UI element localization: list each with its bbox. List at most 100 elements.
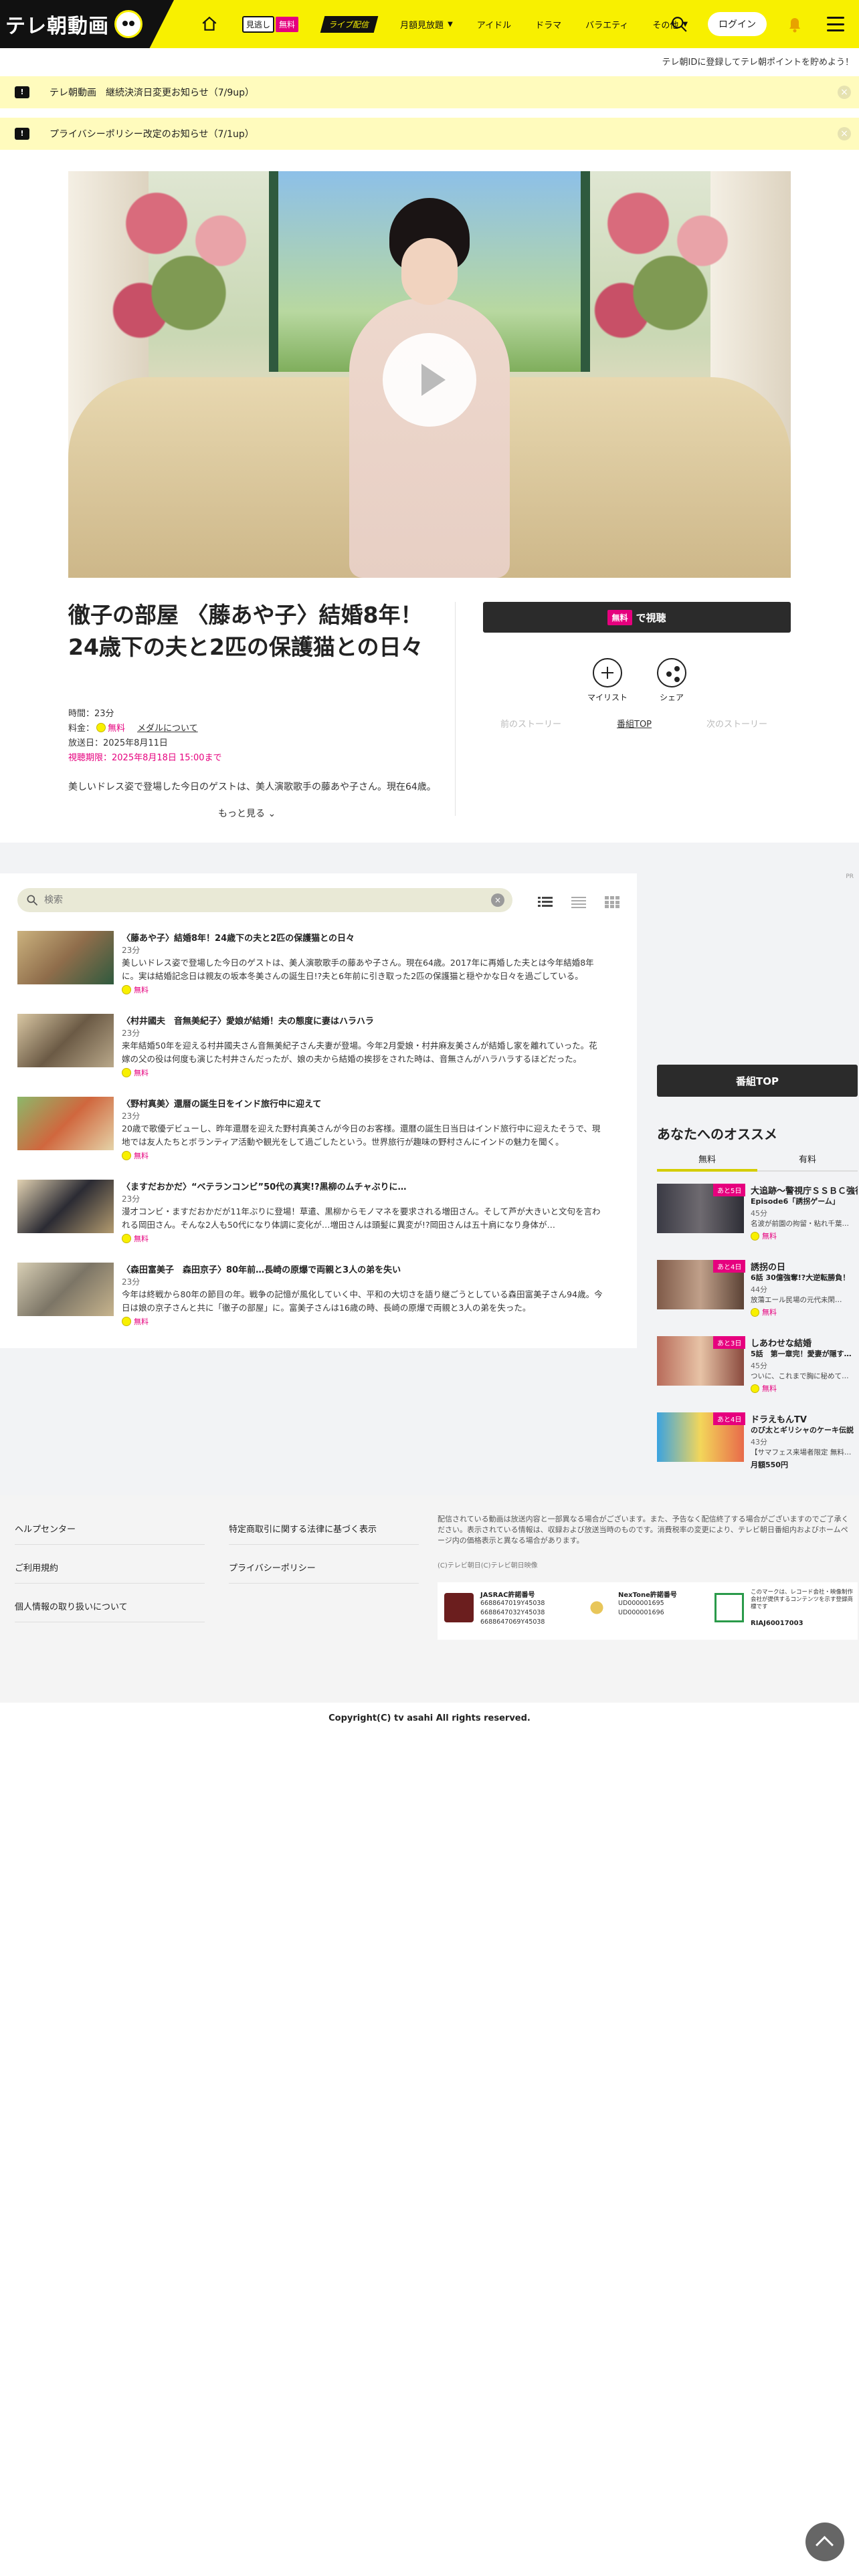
free-label: 無料 [122, 984, 149, 995]
hamburger-menu-icon[interactable] [827, 17, 844, 31]
footer-link-help[interactable]: ヘルプセンター [15, 1513, 205, 1545]
episode-item[interactable]: 〈ますだおかだ〉“ベテランコンビ”50代の真実!?黒柳のムチャぶりに… 23分 … [17, 1180, 619, 1247]
close-icon[interactable]: × [838, 86, 851, 99]
deadline: 視聴期限：2025年8月18日 15:00まで [68, 753, 222, 763]
episode-list-panel: × 〈藤あや子〉結婚8年！24歳下の夫と2匹の保護猫との日々 23分 美しいドレ… [0, 873, 637, 1348]
watch-button[interactable]: 無料 で視聴 [483, 602, 791, 633]
days-left-badge: あと3日 [713, 1336, 746, 1349]
recommend-duration: 45分 [751, 1209, 767, 1218]
free-text: 無料 [762, 1384, 777, 1393]
free-text: 無料 [134, 1152, 149, 1160]
nextone-code: UD000001696 [618, 1609, 664, 1616]
more-label: もっと見る [218, 809, 265, 819]
episode-item[interactable]: 〈藤あや子〉結婚8年！24歳下の夫と2匹の保護猫との日々 23分 美しいドレス姿… [17, 931, 619, 998]
episode-summary: 20歳で歌優デビューし、昨年還暦を迎えた野村真美さんが今日のお客様。還暦の誕生日… [122, 1123, 601, 1147]
episode-title: 〈森田富美子 森田京子〉80年前…長崎の原爆で両親と3人の弟を失い [122, 1265, 401, 1275]
header-actions: ログイン [670, 0, 859, 48]
riaj-text: このマークは、レコード会社・映像制作会社が提供するコンテンツを示す登録商標です [751, 1589, 854, 1610]
free-label: 無料 [122, 1316, 149, 1327]
notice-bar[interactable]: ! テレ朝動画 継続決済日変更お知らせ（7/9up） × [0, 76, 859, 108]
global-nav: 見逃し 無料 ライブ配信 月額見放題 ▼ アイドル ドラマ バラエティ その他 ▼ [189, 0, 700, 48]
episode-thumbnail [17, 1014, 114, 1067]
free-text: 無料 [134, 986, 149, 994]
nav-mitai-free[interactable]: 見逃し 無料 [230, 0, 310, 48]
recommend-title: あなたへのオススメ [657, 1126, 777, 1142]
riaj-code: RIAJ60017003 [751, 1620, 803, 1627]
share-button[interactable]: シェア [645, 658, 698, 703]
free-coin-icon [751, 1384, 759, 1393]
nav-monthly[interactable]: 月額見放題 ▼ [388, 0, 465, 48]
recommend-item[interactable]: あと5日 大追跡～警視庁ＳＳＢＣ強行犯… Episode6「誘拐ゲーム」 45分… [657, 1184, 858, 1248]
footer-link-tokushoho[interactable]: 特定商取引に関する法律に基づく表示 [229, 1513, 419, 1545]
episode-duration: 23分 [122, 1194, 140, 1204]
divider [455, 602, 456, 816]
mylist-button[interactable]: マイリスト [581, 658, 634, 703]
share-icon [657, 658, 686, 687]
nav-drama-label: ドラマ [535, 20, 562, 31]
free-coin-icon [122, 1151, 131, 1160]
footer-link-personal-info[interactable]: 個人情報の取り扱いについて [15, 1590, 205, 1622]
point-message[interactable]: テレ朝IDに登録してテレ朝ポイントを貯めよう！ [662, 55, 854, 68]
episode-search[interactable]: × [17, 888, 512, 912]
nav-variety-label: バラエティ [585, 20, 629, 31]
play-button[interactable] [383, 333, 476, 427]
episode-duration: 23分 [122, 1277, 140, 1287]
scroll-to-top-button[interactable] [805, 2523, 844, 2561]
notice-icon: ! [15, 86, 29, 98]
program-title: 徹子の部屋 〈藤あや子〉結婚8年！24歳下の夫と2匹の保護猫との日々 [68, 602, 423, 660]
free-label: 無料 [751, 1383, 777, 1394]
footer-link-privacy[interactable]: プライバシーポリシー [229, 1551, 419, 1584]
compact-view-icon[interactable] [571, 896, 586, 908]
recommend-summary: 放蕩エール民場の元代未閑… [751, 1296, 842, 1304]
close-icon[interactable]: × [838, 127, 851, 140]
nav-drama[interactable]: ドラマ [523, 0, 573, 48]
nav-monthly-label: 月額見放題 [400, 20, 444, 31]
footer-link-terms[interactable]: ご利用規約 [15, 1551, 205, 1584]
recommend-item[interactable]: あと4日 ドラえもんTV のび太とギリシャのケーキ伝説 43分 【サマフェス来場… [657, 1412, 858, 1477]
grid-view-icon[interactable] [605, 896, 619, 908]
mylist-label: マイリスト [587, 693, 628, 702]
episode-item[interactable]: 〈村井國夫 音無美紀子〉愛娘が結婚！夫の態度に妻はハラハラ 23分 来年結婚50… [17, 1014, 619, 1081]
program-top-link[interactable]: 番組TOP [617, 717, 652, 730]
free-badge: 無料 [607, 609, 632, 625]
live-badge: ライブ配信 [320, 15, 379, 33]
tab-free[interactable]: 無料 [657, 1149, 757, 1172]
days-left-badge: あと4日 [713, 1412, 746, 1425]
free-text: 無料 [134, 1235, 149, 1243]
recommend-summary: 名波が前園の拘留・粘れ千葉… [751, 1220, 849, 1228]
search-icon[interactable] [670, 15, 688, 33]
episode-summary: 来年結婚50年を迎える村井國夫さん音無美紀子さん夫妻が登場。今年2月愛娘・村井麻… [122, 1041, 597, 1064]
medal-link[interactable]: メダルについて [137, 724, 198, 734]
list-view-icon[interactable] [538, 896, 553, 908]
nav-live[interactable]: ライブ配信 [310, 0, 388, 48]
price-label: 料金： [68, 724, 95, 734]
recommend-subtitle: のび太とギリシャのケーキ伝説 [751, 1426, 854, 1434]
search-input[interactable] [44, 892, 472, 908]
episode-item[interactable]: 〈野村真美〉還暦の誕生日をインド旅行中に迎えて 23分 20歳で歌優デビューし、… [17, 1097, 619, 1164]
nav-home[interactable] [189, 0, 230, 48]
notice-bar[interactable]: ! プライバシーポリシー改定のお知らせ（7/1up） × [0, 118, 859, 150]
video-player[interactable] [68, 171, 791, 578]
site-logo[interactable]: テレ朝動画 [0, 0, 174, 48]
recommend-item[interactable]: あと4日 誘拐の日 6話 30億強奪!?大逆転勝負！ 44分 放蕩エール民場の元… [657, 1260, 858, 1324]
episode-summary: 美しいドレス姿で登場した今日のゲストは、美人演歌歌手の藤あや子さん。現在64歳。… [122, 958, 594, 981]
recommend-item[interactable]: あと3日 しあわせな結婚 5話 第一章完！愛妻が隠す… 45分 ついに、これまで… [657, 1336, 858, 1400]
recommend-subtitle: 5話 第一章完！愛妻が隠す… [751, 1350, 852, 1358]
login-button[interactable]: ログイン [708, 12, 767, 36]
site-header: テレ朝動画 見逃し 無料 ライブ配信 月額見放題 ▼ アイドル ドラマ バラエティ… [0, 0, 859, 48]
tab-paid[interactable]: 有料 [757, 1149, 858, 1172]
nav-variety[interactable]: バラエティ [573, 0, 640, 48]
program-top-button[interactable]: 番組TOP [657, 1065, 858, 1097]
episode-thumbnail [17, 1180, 114, 1233]
free-coin-icon [122, 1068, 131, 1077]
clear-icon[interactable]: × [491, 893, 504, 907]
more-button[interactable]: もっと見る ⌄ [218, 807, 276, 820]
nextone-code: UD000001695 [618, 1600, 664, 1607]
bell-icon[interactable] [787, 15, 803, 33]
nav-idol[interactable]: アイドル [465, 0, 523, 48]
plus-icon [593, 658, 622, 687]
jasrac-name: JASRAC許諾番号 [480, 1592, 535, 1599]
days-left-badge: あと5日 [713, 1184, 746, 1196]
episode-item[interactable]: 〈森田富美子 森田京子〉80年前…長崎の原爆で両親と3人の弟を失い 23分 今年… [17, 1263, 619, 1329]
mitai-badge: 見逃し [242, 15, 275, 33]
